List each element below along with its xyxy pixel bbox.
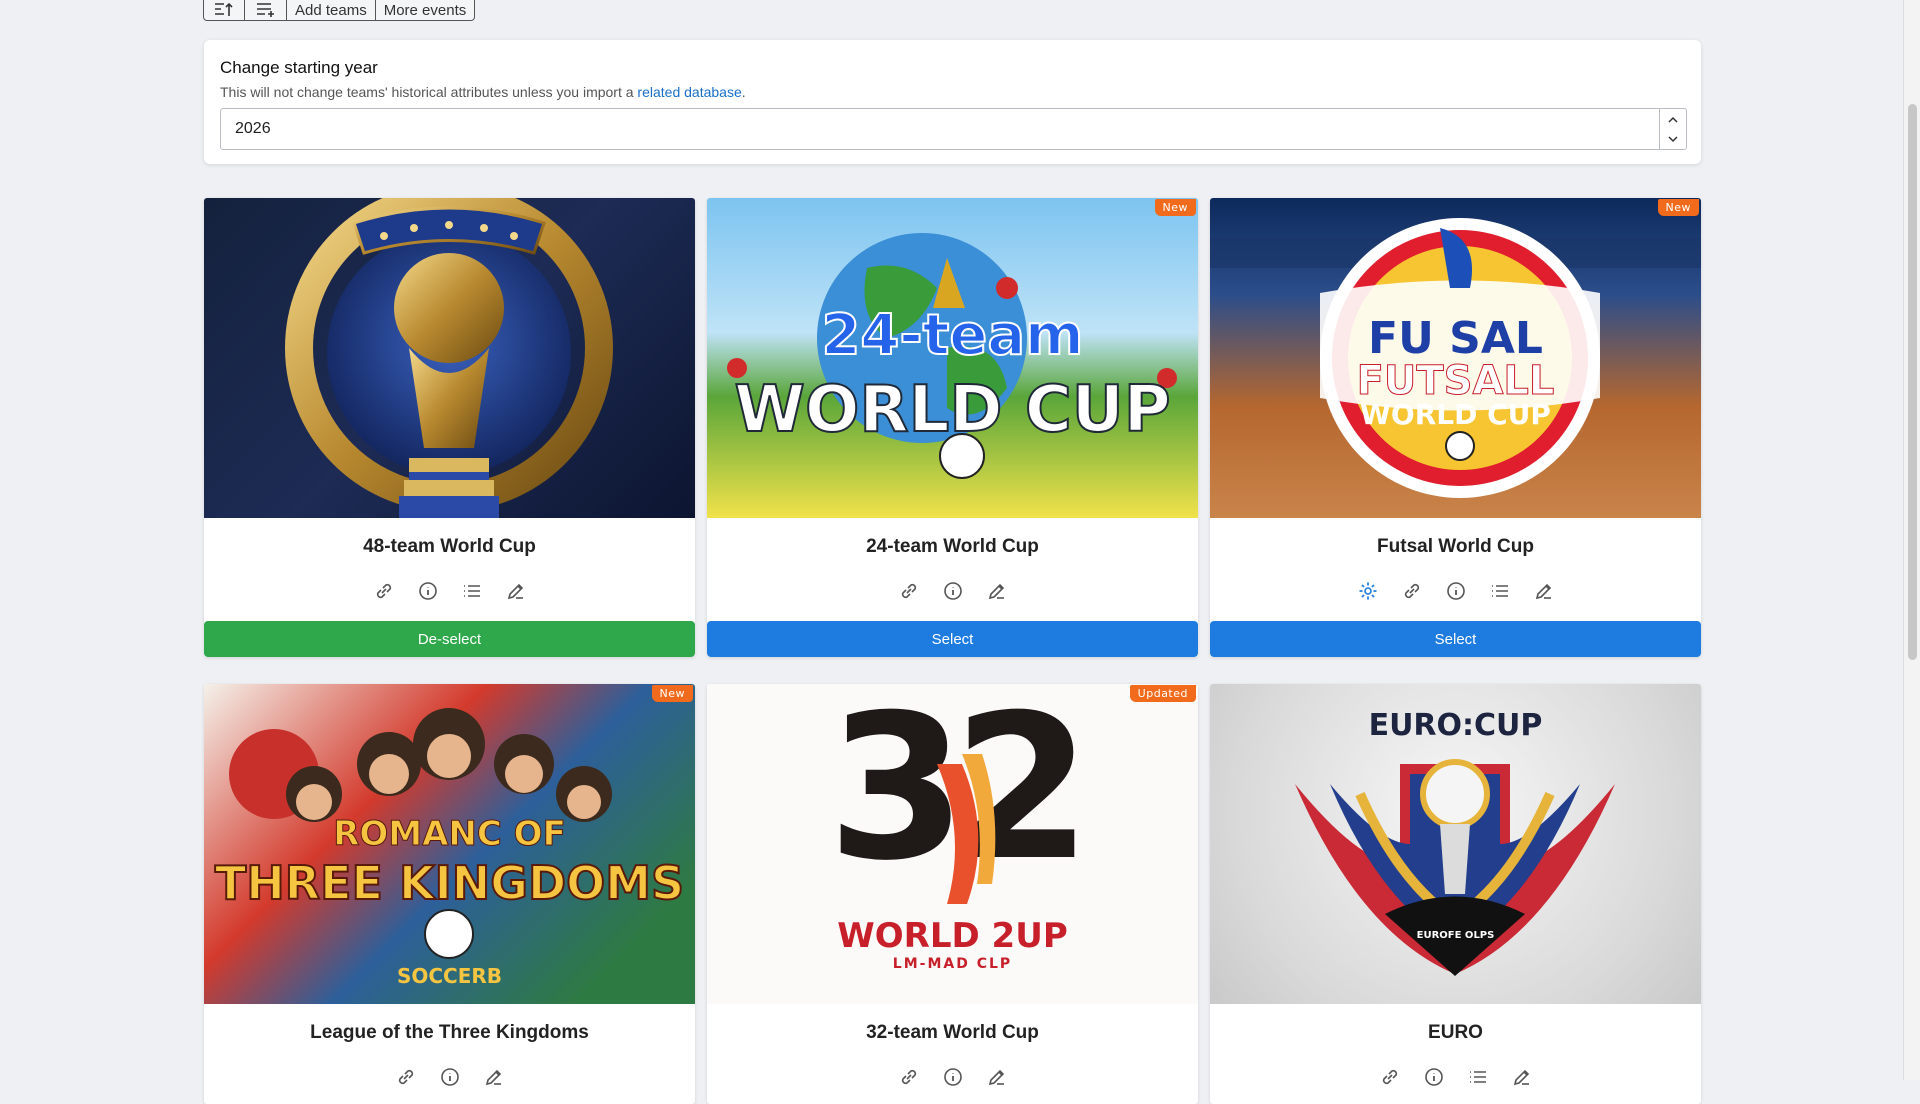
list-icon[interactable] [1487,578,1513,604]
starting-year-panel: Change starting year This will not chang… [204,40,1701,164]
new-badge: New [1657,199,1699,216]
page-scrollbar[interactable] [1903,0,1920,1080]
starting-year-field [220,108,1687,150]
event-actions [707,1064,1198,1090]
info-icon[interactable] [415,578,441,604]
event-title: Futsal World Cup [1377,536,1534,557]
starting-year-input[interactable] [221,120,1649,138]
info-icon[interactable] [1443,578,1469,604]
event-actions [1210,1064,1701,1090]
event-title: 24-team World Cup [866,536,1039,557]
starting-year-description: This will not change teams' historical a… [220,84,1685,100]
info-icon[interactable] [437,1064,463,1090]
scrollbar-thumb[interactable] [1908,104,1917,660]
event-image: 24-team WORLD CUP New [707,198,1198,518]
edit-icon[interactable] [984,1064,1010,1090]
playlist-add-icon [256,3,274,17]
chevron-up-icon [1668,116,1678,123]
event-title: 32-team World Cup [866,1022,1039,1043]
sort-icon [215,2,233,16]
event-title: League of the Three Kingdoms [310,1022,589,1043]
art-title-line2: WORLD CUP [733,372,1171,448]
list-icon[interactable] [459,578,485,604]
deselect-button[interactable]: De-select [204,621,695,657]
edit-icon[interactable] [481,1064,507,1090]
art-title-line3: SOCCERB [396,964,503,988]
edit-icon[interactable] [984,578,1010,604]
art-title-line2: THREE KINGDOMS [214,855,685,911]
related-database-link[interactable]: related database [637,84,741,100]
event-actions [707,578,1198,604]
new-badge: New [651,685,693,702]
starting-year-description-text: This will not change teams' historical a… [220,84,634,100]
info-icon[interactable] [1421,1064,1447,1090]
list-icon[interactable] [1465,1064,1491,1090]
art-title-line3: WORLD CUP [1360,398,1551,431]
select-button[interactable]: Select [707,621,1198,657]
info-icon[interactable] [940,1064,966,1090]
event-image: EURO:CUP EUROFE OLPS [1210,684,1701,1004]
trophy-emblem-image [285,198,613,518]
event-actions [204,578,695,604]
edit-icon[interactable] [1531,578,1557,604]
event-title: EURO [1428,1022,1483,1043]
art-title-line1: 24-team [820,302,1084,369]
year-spinner [1659,109,1686,149]
info-icon[interactable] [940,578,966,604]
starting-year-description-end: . [741,84,746,100]
event-actions [1210,578,1701,604]
edit-icon[interactable] [1509,1064,1535,1090]
art-title-line1: ROMANC OF [333,814,567,855]
event-image: 32 WORLD 2UP LM-MAD CLP Updated [707,684,1198,1004]
link-icon[interactable] [1399,578,1425,604]
art-title-line3: LM-MAD CLP [892,956,1013,972]
chevron-down-icon [1668,135,1678,142]
year-decrement-button[interactable] [1660,129,1686,149]
euro-emblem-image [1295,759,1615,976]
link-icon[interactable] [896,578,922,604]
select-button[interactable]: Select [1210,621,1701,657]
year-increment-button[interactable] [1660,109,1686,129]
more-events-button[interactable]: More events [375,0,476,21]
event-card-24-team-world-cup: 24-team WORLD CUP New 24-team World Cup … [707,198,1198,657]
new-badge: New [1154,199,1196,216]
updated-badge: Updated [1129,685,1196,702]
event-card-three-kingdoms: ROMANC OF THREE KINGDOMS SOCCERB New Lea… [204,684,695,1104]
link-icon[interactable] [371,578,397,604]
top-toolbar: Add teams More events [203,0,476,23]
event-actions [204,1064,695,1090]
sort-button[interactable] [203,0,245,21]
link-icon[interactable] [393,1064,419,1090]
event-card-48-team-world-cup: 48-team World Cup De-select [204,198,695,657]
art-title-line2: WORLD 2UP [837,916,1068,956]
art-title-line2: EUROFE OLPS [1416,930,1495,941]
link-icon[interactable] [896,1064,922,1090]
event-card-euro: EURO:CUP EUROFE OLPS EURO [1210,684,1701,1104]
art-title-line1: FU SAL [1368,313,1543,364]
edit-icon[interactable] [503,578,529,604]
event-card-futsal-world-cup: FU SAL FUTSALL WORLD CUP New Futsal Worl… [1210,198,1701,657]
add-teams-button[interactable]: Add teams [287,0,376,21]
gear-icon[interactable] [1355,578,1381,604]
starting-year-title: Change starting year [220,58,378,77]
event-card-32-team-world-cup: 32 WORLD 2UP LM-MAD CLP Updated 32-team … [707,684,1198,1104]
event-image [204,198,695,518]
event-title: 48-team World Cup [363,536,536,557]
add-to-list-button[interactable] [245,0,287,21]
event-image: FU SAL FUTSALL WORLD CUP New [1210,198,1701,518]
event-image: ROMANC OF THREE KINGDOMS SOCCERB New [204,684,695,1004]
link-icon[interactable] [1377,1064,1403,1090]
